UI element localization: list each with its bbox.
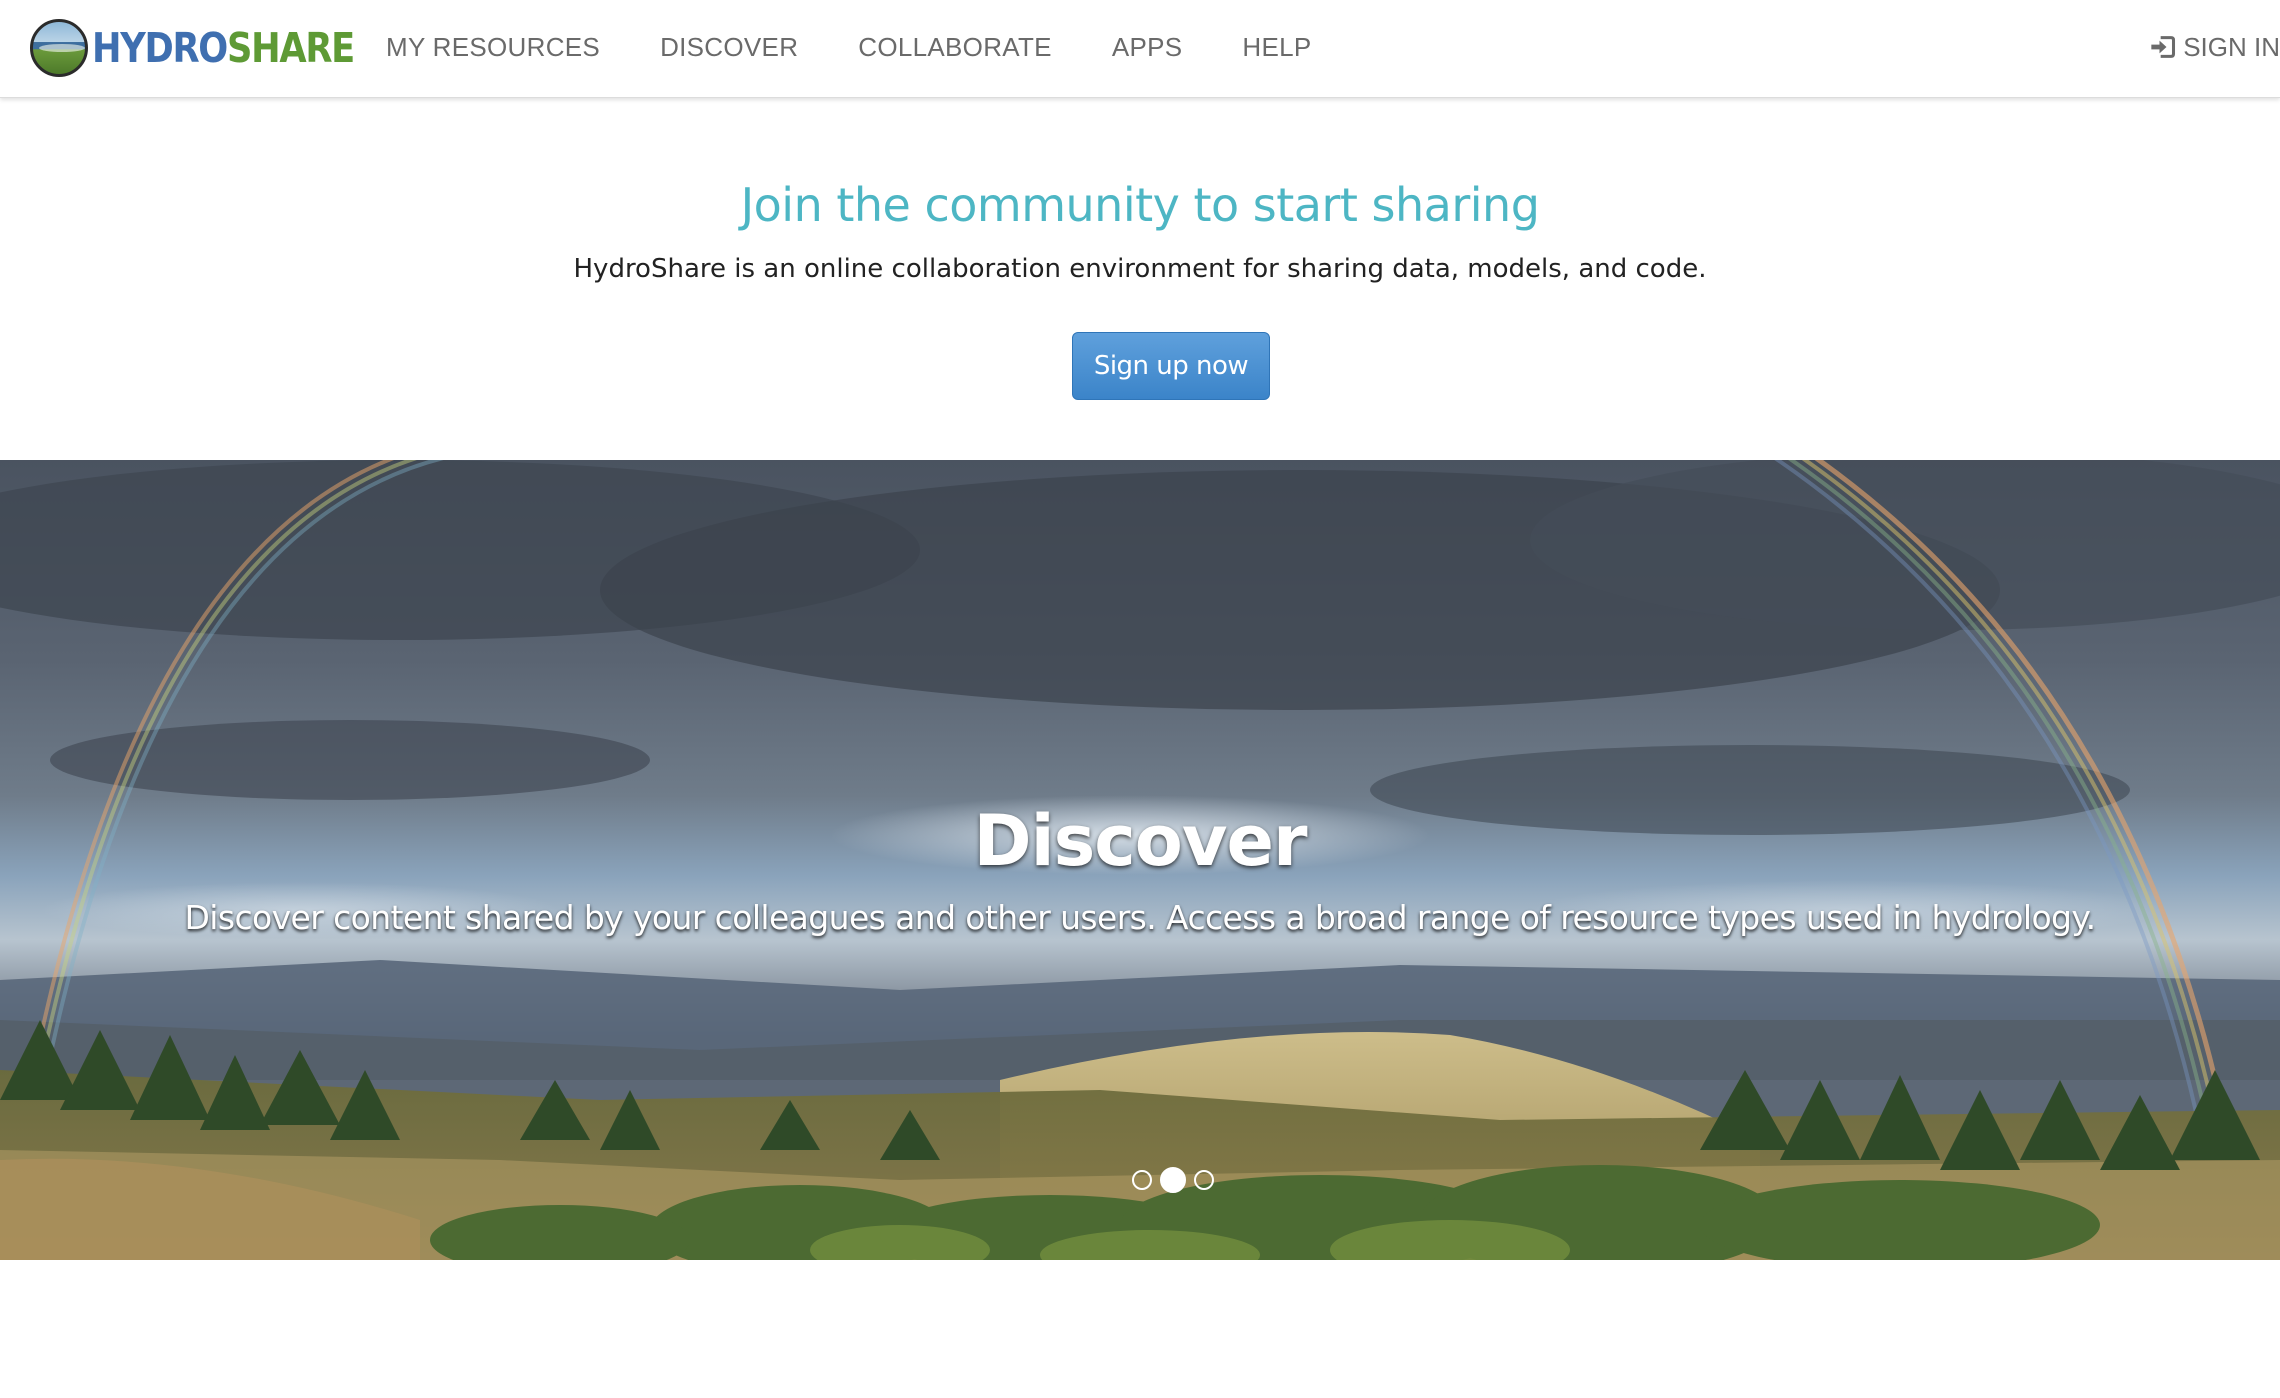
logo-wordmark: HYDROSHARE bbox=[92, 18, 355, 78]
nav-apps[interactable]: APPS bbox=[1112, 32, 1183, 63]
nav-help[interactable]: HELP bbox=[1242, 32, 1311, 63]
carousel-indicator-1[interactable] bbox=[1132, 1170, 1152, 1190]
join-section: Join the community to start sharing Hydr… bbox=[0, 98, 2280, 460]
sign-in-label: SIGN IN bbox=[2183, 31, 2280, 62]
nav-collaborate[interactable]: COLLABORATE bbox=[858, 32, 1052, 63]
nav-discover[interactable]: DISCOVER bbox=[660, 32, 798, 63]
logo-text-share: SHARE bbox=[226, 24, 355, 72]
hydroshare-logo[interactable]: HYDROSHARE bbox=[30, 18, 397, 78]
main-nav: MY RESOURCES DISCOVER COLLABORATE APPS H… bbox=[386, 0, 1372, 94]
globe-logo-icon bbox=[30, 19, 88, 77]
carousel-indicator-3[interactable] bbox=[1194, 1170, 1214, 1190]
join-title: Join the community to start sharing bbox=[740, 178, 1540, 232]
top-navbar: HYDROSHARE MY RESOURCES DISCOVER COLLABO… bbox=[0, 0, 2280, 98]
carousel-slide-text: Discover content shared by your colleagu… bbox=[184, 898, 2096, 937]
sign-in-link[interactable]: SIGN IN bbox=[2149, 0, 2280, 94]
join-subtitle: HydroShare is an online collaboration en… bbox=[573, 254, 1707, 284]
carousel-indicators bbox=[1128, 1165, 1218, 1195]
carousel-indicator-2[interactable] bbox=[1160, 1167, 1186, 1193]
nav-my-resources[interactable]: MY RESOURCES bbox=[386, 32, 600, 63]
hero-carousel: Discover Discover content shared by your… bbox=[0, 460, 2280, 1260]
sign-up-button[interactable]: Sign up now bbox=[1072, 332, 1270, 400]
sign-in-icon bbox=[2151, 36, 2176, 58]
logo-text-hydro: HYDRO bbox=[92, 24, 228, 72]
carousel-slide-title: Discover bbox=[973, 800, 1308, 882]
